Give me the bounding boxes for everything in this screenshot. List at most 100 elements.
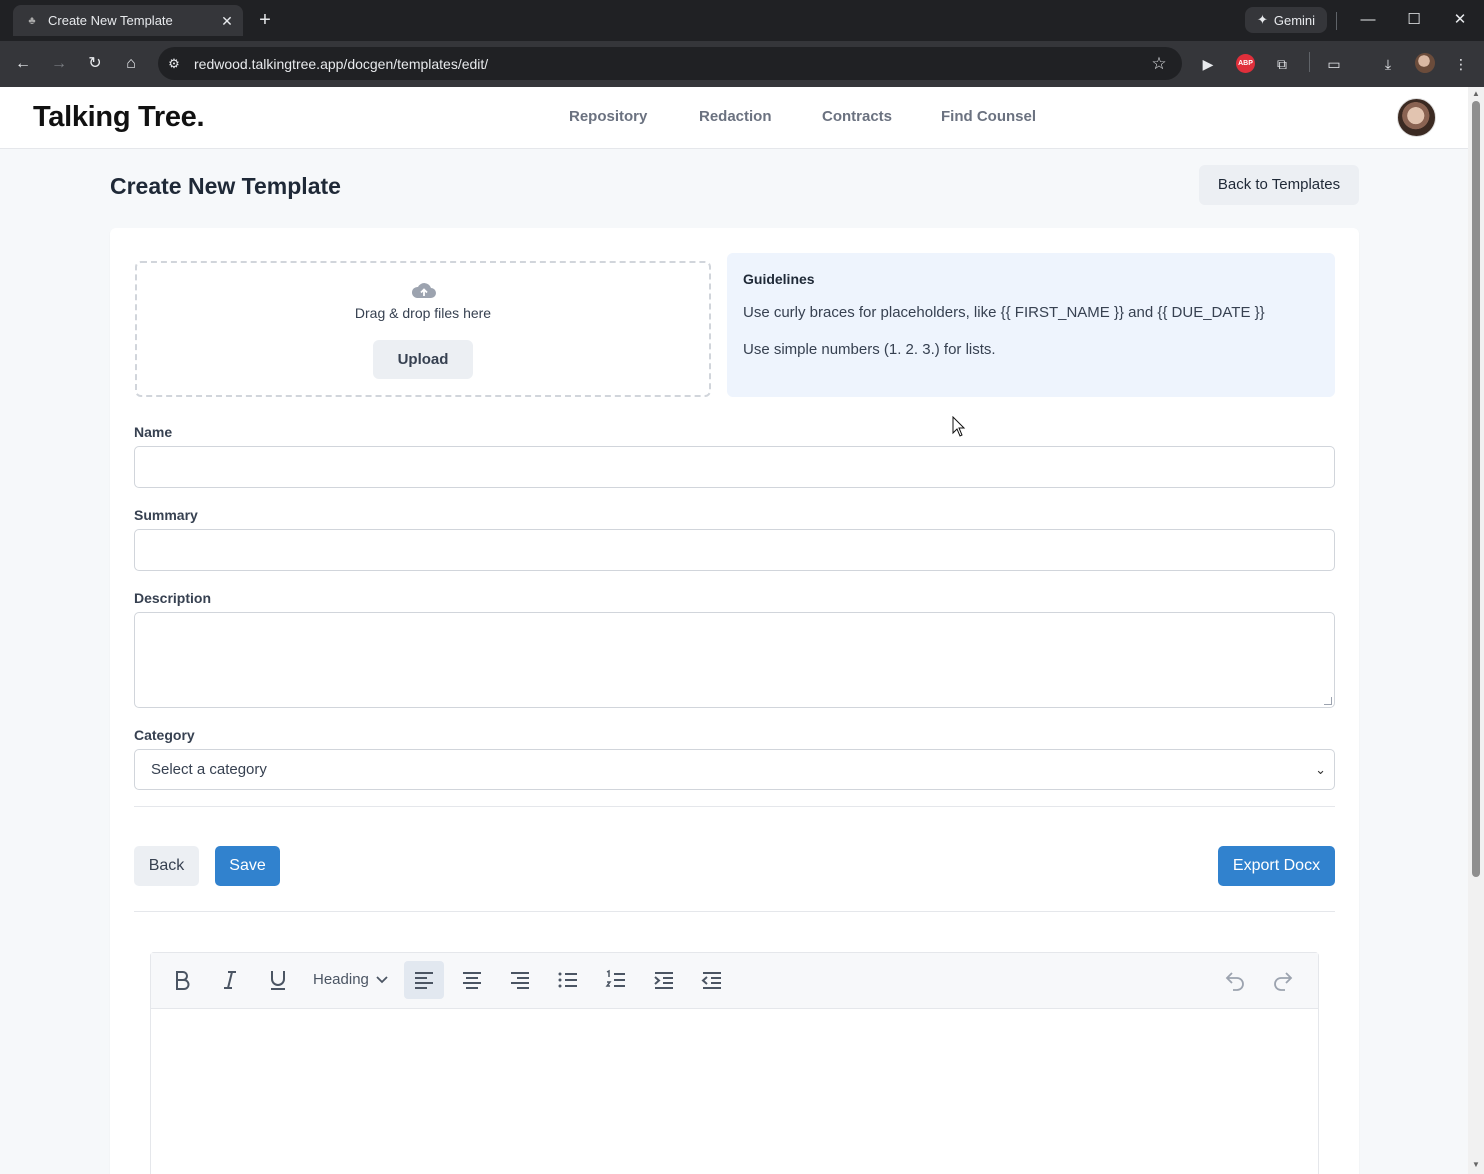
forward-arrow-icon[interactable]: →: [47, 52, 71, 76]
guidelines-panel: Guidelines Use curly braces for placehol…: [727, 253, 1335, 397]
description-textarea[interactable]: [134, 612, 1335, 708]
align-center-button[interactable]: [452, 961, 492, 999]
category-select[interactable]: Select a category ⌄: [134, 749, 1335, 790]
align-right-icon: [511, 972, 529, 989]
resize-handle-icon[interactable]: [1324, 697, 1332, 705]
download-icon[interactable]: ⤓: [1376, 52, 1400, 76]
save-button[interactable]: Save: [215, 846, 280, 886]
reload-icon[interactable]: ↻: [83, 52, 107, 76]
align-right-button[interactable]: [500, 961, 540, 999]
italic-button[interactable]: [210, 961, 250, 999]
upload-button[interactable]: Upload: [373, 340, 473, 379]
category-label: Category: [134, 727, 195, 743]
divider: [1309, 52, 1310, 72]
maximize-icon[interactable]: ☐: [1402, 8, 1426, 32]
tab-search-icon[interactable]: ▭: [1322, 52, 1346, 76]
summary-input[interactable]: [134, 529, 1335, 571]
bullet-list-icon: [558, 972, 577, 988]
template-form-card: Drag & drop files here Upload Guidelines…: [110, 228, 1359, 1174]
bullet-list-button[interactable]: [548, 961, 588, 999]
adblock-extension-icon[interactable]: ABP: [1236, 54, 1255, 73]
tab-title: Create New Template: [48, 13, 173, 28]
close-window-icon[interactable]: ✕: [1448, 8, 1472, 32]
editor-toolbar: Heading: [151, 953, 1318, 1009]
file-dropzone[interactable]: Drag & drop files here Upload: [135, 261, 711, 397]
guideline-placeholders: Use curly braces for placeholders, like …: [743, 304, 1265, 321]
divider: [134, 806, 1335, 807]
editor-content-area[interactable]: [151, 1010, 1318, 1174]
nav-repository[interactable]: Repository: [569, 108, 647, 125]
url-text[interactable]: redwood.talkingtree.app/docgen/templates…: [194, 56, 1146, 72]
page-scrollbar[interactable]: ▲ ▼: [1468, 87, 1484, 1174]
heading-dropdown[interactable]: Heading: [305, 961, 395, 999]
divider: [1336, 12, 1337, 30]
browser-toolbar: ← → ↻ ⌂ ⚙ redwood.talkingtree.app/docgen…: [0, 41, 1484, 87]
guideline-lists: Use simple numbers (1. 2. 3.) for lists.: [743, 341, 996, 358]
description-label: Description: [134, 590, 212, 606]
numbered-list-icon: [605, 969, 625, 987]
heading-label: Heading: [313, 971, 369, 988]
app-header: Talking Tree. Repository Redaction Contr…: [0, 87, 1468, 149]
home-icon[interactable]: ⌂: [119, 52, 143, 76]
back-button[interactable]: Back: [134, 846, 199, 886]
indent-button[interactable]: [644, 961, 684, 999]
export-docx-button[interactable]: Export Docx: [1218, 846, 1335, 886]
close-tab-icon[interactable]: ✕: [217, 11, 237, 31]
nav-find-counsel[interactable]: Find Counsel: [941, 108, 1036, 125]
drop-text: Drag & drop files here: [354, 305, 492, 321]
browser-titlebar: ♣ Create New Template ✕ + ✦ Gemini — ☐ ✕: [0, 0, 1484, 41]
bold-button[interactable]: [162, 961, 202, 999]
name-label: Name: [134, 424, 173, 440]
outdent-icon: [701, 972, 721, 989]
page-title: Create New Template: [110, 173, 341, 199]
outdent-button[interactable]: [692, 961, 732, 999]
browser-tab[interactable]: ♣ Create New Template ✕: [13, 5, 243, 36]
address-bar[interactable]: ⚙ redwood.talkingtree.app/docgen/templat…: [158, 47, 1182, 80]
bold-icon: [176, 971, 190, 990]
align-center-icon: [463, 972, 481, 989]
cloud-upload-icon: [411, 283, 436, 298]
indent-icon: [654, 972, 673, 989]
category-value: Select a category: [151, 761, 267, 778]
redo-icon: [1274, 972, 1293, 991]
sparkle-icon: ✦: [1256, 12, 1268, 27]
bookmark-star-icon[interactable]: ☆: [1146, 54, 1172, 74]
nav-contracts[interactable]: Contracts: [822, 108, 892, 125]
page: Talking Tree. Repository Redaction Contr…: [0, 87, 1468, 1174]
nav-redaction[interactable]: Redaction: [699, 108, 772, 125]
chevron-down-icon: ⌄: [1315, 762, 1326, 777]
gemini-button[interactable]: ✦ Gemini: [1245, 7, 1327, 33]
scroll-up-icon[interactable]: ▲: [1471, 90, 1481, 98]
new-tab-icon[interactable]: +: [254, 9, 276, 31]
undo-icon: [1225, 972, 1244, 991]
scroll-thumb[interactable]: [1472, 101, 1480, 877]
align-left-icon: [415, 972, 433, 989]
summary-label: Summary: [134, 507, 198, 523]
gemini-label: Gemini: [1273, 12, 1316, 28]
align-left-button[interactable]: [404, 961, 444, 999]
mouse-cursor-icon: [952, 416, 966, 437]
numbered-list-button[interactable]: [596, 961, 636, 999]
underline-icon: [271, 971, 285, 990]
back-to-templates-button[interactable]: Back to Templates: [1199, 165, 1359, 205]
scroll-down-icon[interactable]: ▼: [1471, 1161, 1481, 1169]
media-extension-icon[interactable]: ▶: [1196, 52, 1220, 76]
minimize-icon[interactable]: —: [1356, 8, 1380, 32]
tree-favicon-icon: ♣: [28, 14, 36, 27]
italic-icon: [224, 971, 236, 989]
name-input[interactable]: [134, 446, 1335, 488]
rich-text-editor: Heading: [150, 952, 1319, 1174]
chevron-down-icon: [376, 976, 388, 984]
user-avatar[interactable]: [1397, 98, 1436, 137]
back-arrow-icon[interactable]: ←: [11, 52, 35, 76]
redo-button[interactable]: [1263, 961, 1303, 999]
brand-logo[interactable]: Talking Tree.: [33, 101, 205, 134]
divider: [134, 911, 1335, 912]
browser-profile-avatar[interactable]: [1415, 53, 1435, 73]
underline-button[interactable]: [258, 961, 298, 999]
guidelines-title: Guidelines: [743, 271, 815, 287]
extensions-puzzle-icon[interactable]: ⧉: [1270, 52, 1294, 76]
undo-button[interactable]: [1215, 961, 1255, 999]
site-settings-icon[interactable]: ⚙: [166, 56, 182, 72]
menu-kebab-icon[interactable]: ⋮: [1449, 52, 1473, 76]
